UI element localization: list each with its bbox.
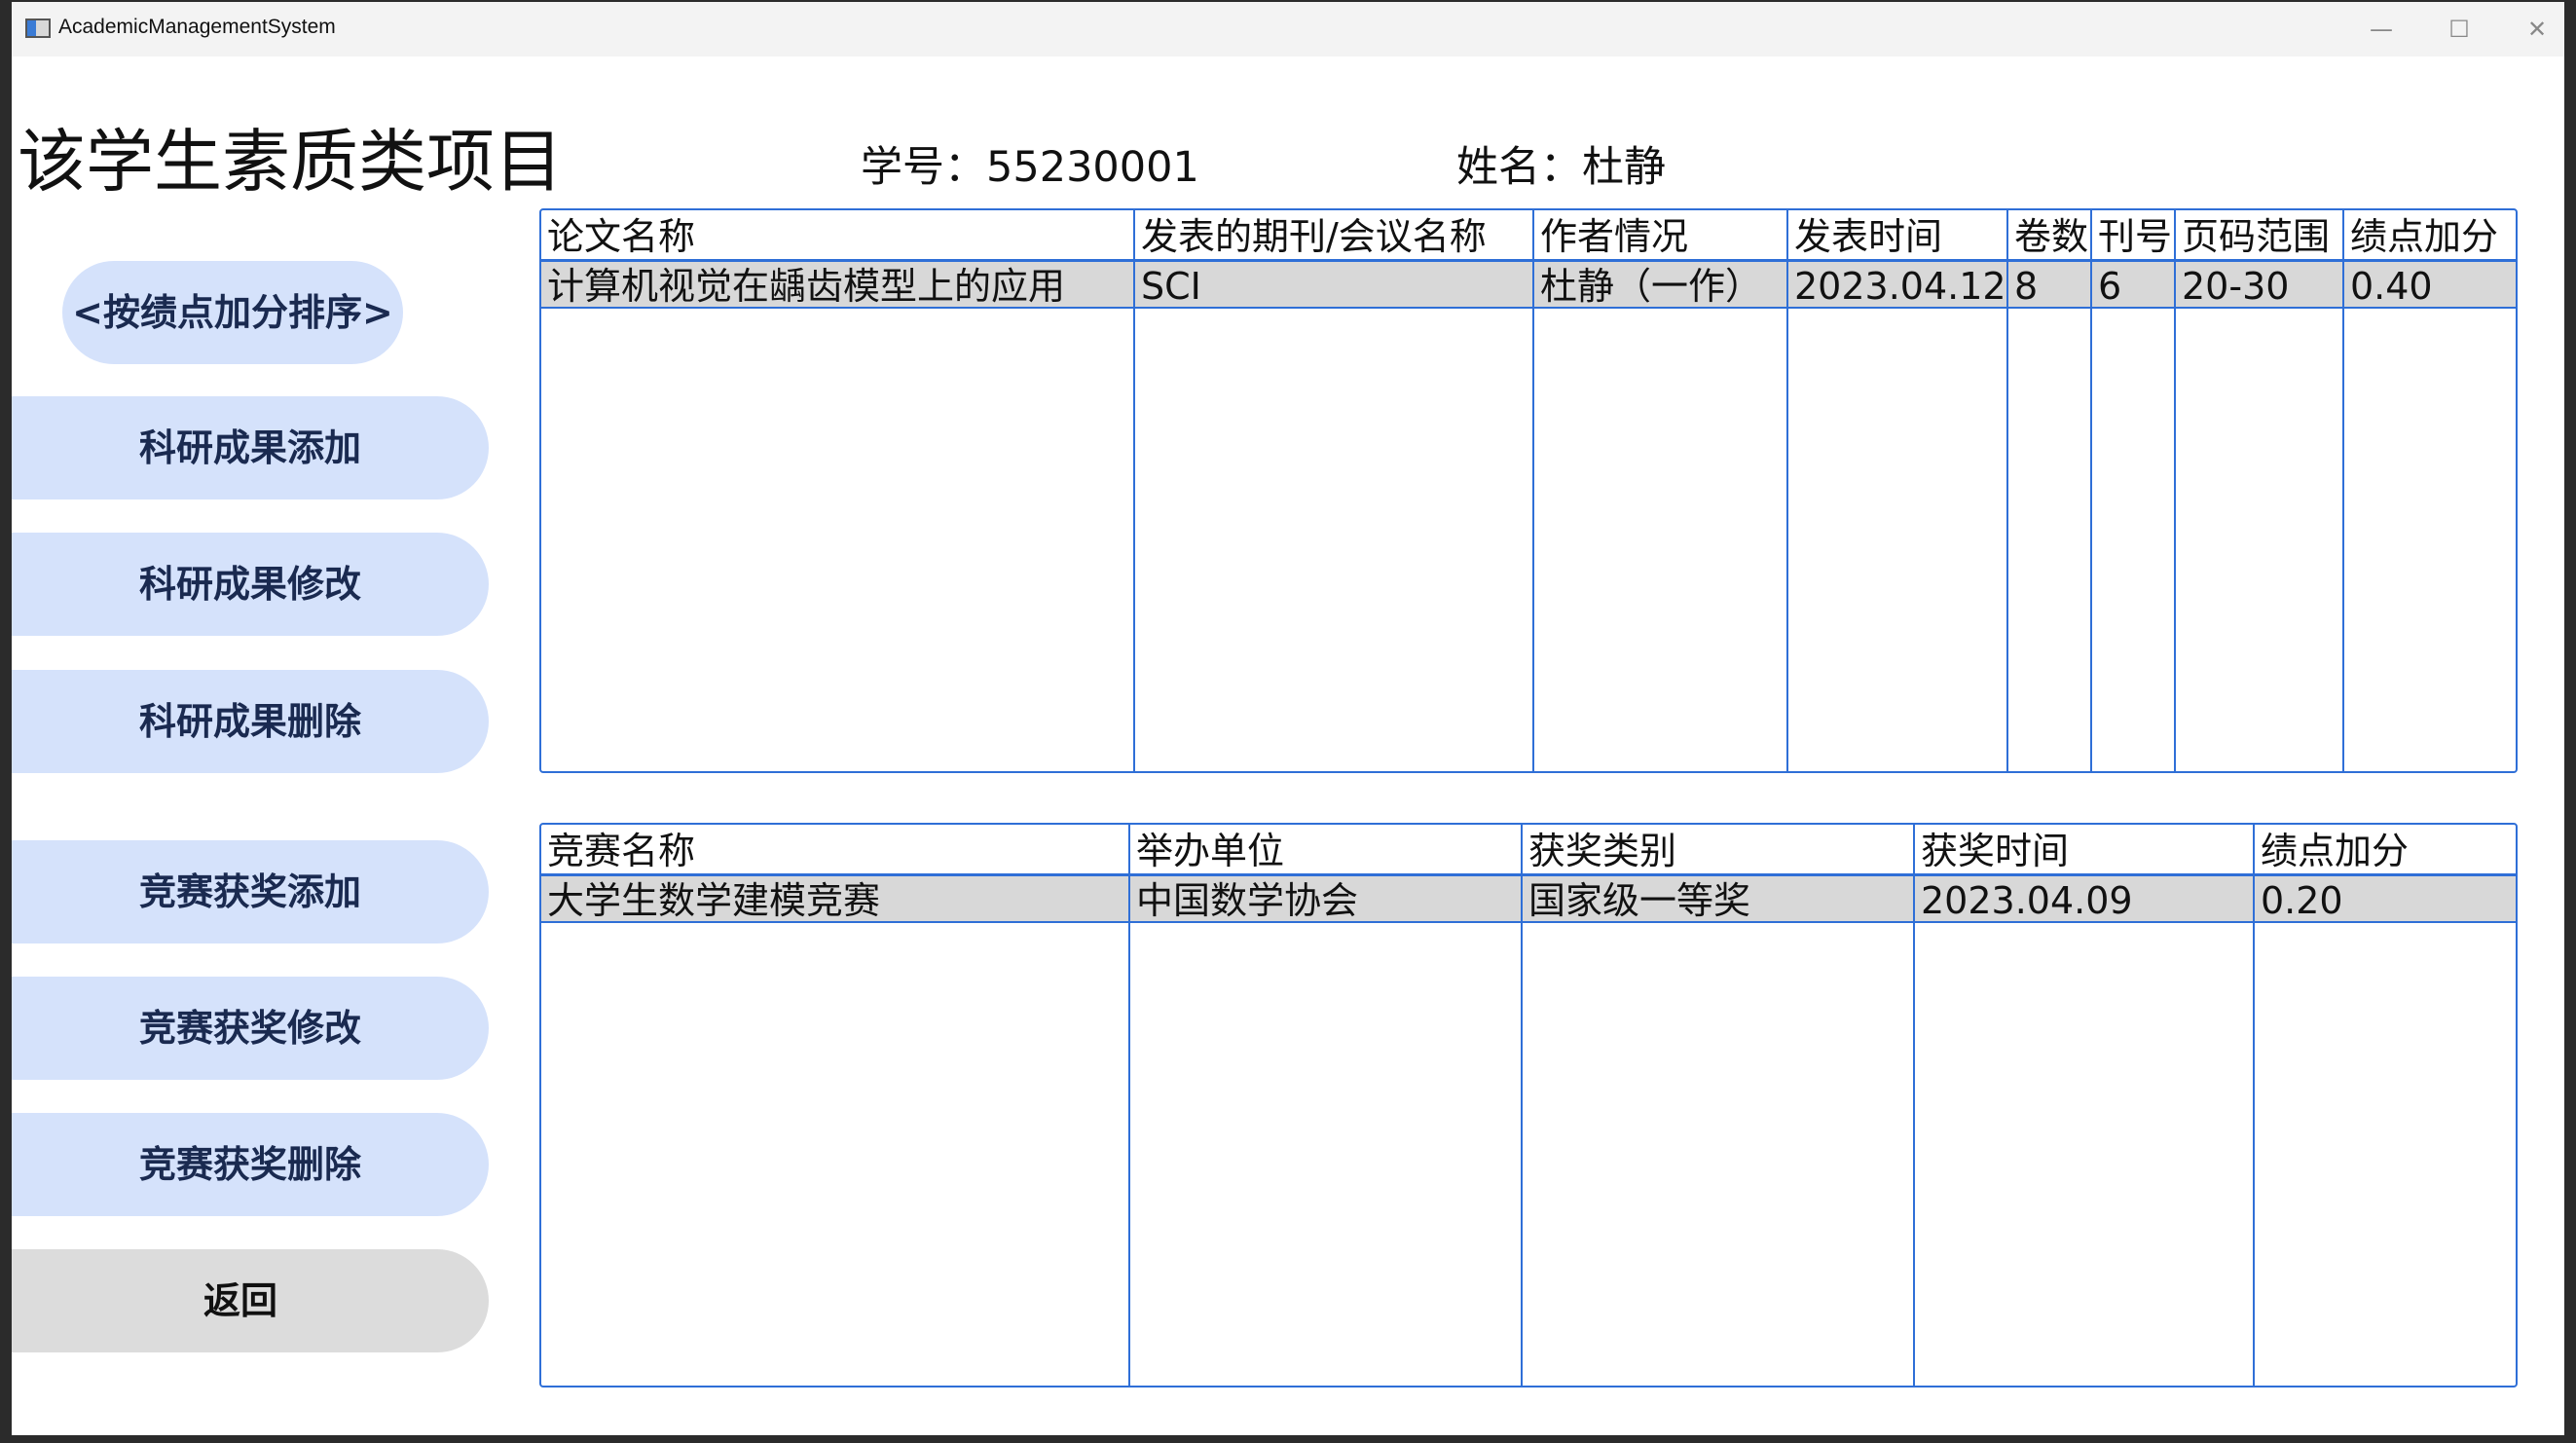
student-id-label: 学号：55230001 xyxy=(861,143,1199,192)
column-header[interactable]: 发表的期刊/会议名称 xyxy=(1135,210,1532,262)
papers-col-journal: 发表的期刊/会议名称 SCI xyxy=(1135,210,1534,771)
papers-col-date: 发表时间 2023.04.12 xyxy=(1788,210,2008,771)
app-icon xyxy=(25,18,51,38)
window-title: AcademicManagementSystem xyxy=(58,16,336,38)
papers-table[interactable]: 论文名称 计算机视觉在龋齿模型上的应用 发表的期刊/会议名称 SCI 作者情况 … xyxy=(539,208,2518,773)
award-add-button[interactable]: 竞赛获奖添加 xyxy=(12,840,489,944)
column-header[interactable]: 发表时间 xyxy=(1788,210,2006,262)
papers-col-author: 作者情况 杜静（一作） xyxy=(1534,210,1788,771)
table-cell[interactable]: 8 xyxy=(2008,263,2090,308)
column-header[interactable]: 竞赛名称 xyxy=(541,825,1128,876)
awards-col-name: 竞赛名称 大学生数学建模竞赛 xyxy=(541,825,1130,1386)
awards-col-date: 获奖时间 2023.04.09 xyxy=(1915,825,2255,1386)
award-edit-button[interactable]: 竞赛获奖修改 xyxy=(12,977,489,1080)
table-cell[interactable]: 6 xyxy=(2092,263,2174,308)
papers-col-volume: 卷数 8 xyxy=(2008,210,2092,771)
awards-col-organizer: 举办单位 中国数学协会 xyxy=(1130,825,1523,1386)
table-cell[interactable]: 大学生数学建模竞赛 xyxy=(541,877,1128,922)
papers-col-issue: 刊号 6 xyxy=(2092,210,2176,771)
research-delete-button[interactable]: 科研成果删除 xyxy=(12,670,489,773)
column-header[interactable]: 卷数 xyxy=(2008,210,2090,262)
column-header[interactable]: 绩点加分 xyxy=(2344,210,2516,262)
table-cell[interactable]: 0.20 xyxy=(2255,877,2516,922)
award-delete-button[interactable]: 竞赛获奖删除 xyxy=(12,1113,489,1216)
papers-col-pages: 页码范围 20-30 xyxy=(2176,210,2344,771)
back-button[interactable]: 返回 xyxy=(12,1249,489,1352)
research-edit-button[interactable]: 科研成果修改 xyxy=(12,533,489,636)
maximize-button[interactable]: ☐ xyxy=(2430,10,2488,49)
papers-col-title: 论文名称 计算机视觉在龋齿模型上的应用 xyxy=(541,210,1135,771)
table-cell[interactable]: 国家级一等奖 xyxy=(1523,877,1913,922)
app-window: AcademicManagementSystem — ☐ ✕ 该学生素质类项目 … xyxy=(12,2,2564,1435)
table-cell[interactable]: 20-30 xyxy=(2176,263,2342,308)
table-cell[interactable]: 2023.04.09 xyxy=(1915,877,2253,922)
table-cell[interactable]: 中国数学协会 xyxy=(1130,877,1521,922)
awards-col-category: 获奖类别 国家级一等奖 xyxy=(1523,825,1915,1386)
table-cell[interactable]: 杜静（一作） xyxy=(1534,263,1786,308)
table-cell[interactable]: 2023.04.12 xyxy=(1788,263,2006,308)
column-header[interactable]: 举办单位 xyxy=(1130,825,1521,876)
table-cell[interactable]: SCI xyxy=(1135,263,1532,308)
table-cell[interactable]: 0.40 xyxy=(2344,263,2516,308)
sort-by-gpa-button[interactable]: <按绩点加分排序> xyxy=(62,261,403,364)
column-header[interactable]: 作者情况 xyxy=(1534,210,1786,262)
column-header[interactable]: 获奖类别 xyxy=(1523,825,1913,876)
close-button[interactable]: ✕ xyxy=(2508,10,2566,49)
column-header[interactable]: 刊号 xyxy=(2092,210,2174,262)
page-title: 该学生素质类项目 xyxy=(18,122,563,202)
column-header[interactable]: 获奖时间 xyxy=(1915,825,2253,876)
minimize-button[interactable]: — xyxy=(2352,10,2410,49)
awards-table[interactable]: 竞赛名称 大学生数学建模竞赛 举办单位 中国数学协会 获奖类别 国家级一等奖 获… xyxy=(539,823,2518,1388)
title-bar[interactable]: AcademicManagementSystem — ☐ ✕ xyxy=(12,2,2564,56)
research-add-button[interactable]: 科研成果添加 xyxy=(12,396,489,500)
papers-col-gpa: 绩点加分 0.40 xyxy=(2344,210,2516,771)
column-header[interactable]: 页码范围 xyxy=(2176,210,2342,262)
column-header[interactable]: 绩点加分 xyxy=(2255,825,2516,876)
table-cell[interactable]: 计算机视觉在龋齿模型上的应用 xyxy=(541,263,1133,308)
student-name-label: 姓名：杜静 xyxy=(1456,143,1666,192)
awards-col-gpa: 绩点加分 0.20 xyxy=(2255,825,2516,1386)
column-header[interactable]: 论文名称 xyxy=(541,210,1133,262)
